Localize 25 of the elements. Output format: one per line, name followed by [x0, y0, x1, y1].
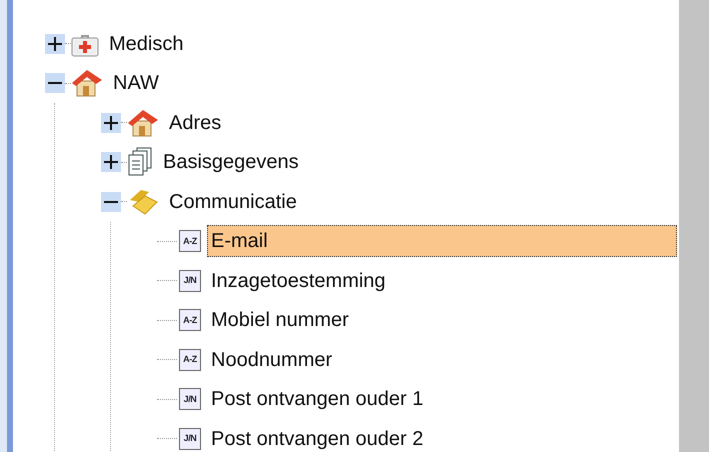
expand-icon[interactable] — [101, 152, 121, 172]
field-type-icon: A-Z — [179, 309, 201, 332]
tree-item[interactable]: Inzagetoestemming — [207, 264, 390, 297]
collapse-icon[interactable] — [101, 192, 121, 212]
field-type-icon: A-Z — [179, 348, 201, 371]
tree-item[interactable]: Medisch — [105, 28, 188, 60]
tree-item[interactable]: NAW — [109, 67, 163, 100]
tree-item[interactable]: Post ontvangen ouder 1 — [207, 383, 428, 416]
collapse-icon[interactable] — [45, 73, 65, 94]
field-type-icon: J/N — [179, 270, 201, 292]
tree-item[interactable]: Mobiel nummer — [207, 304, 353, 336]
tree-item[interactable]: E-mail — [207, 225, 677, 258]
tree-item[interactable]: Basisgegevens — [159, 146, 303, 178]
field-type-icon: J/N — [179, 428, 201, 450]
tree-item[interactable]: Adres — [165, 106, 226, 139]
field-type-icon: J/N — [179, 388, 201, 410]
field-type-icon: A-Z — [179, 230, 201, 252]
tree-item[interactable]: Post ontvangen ouder 2 — [207, 422, 428, 452]
documents-icon — [127, 147, 153, 178]
house-icon — [127, 108, 159, 138]
house-icon — [71, 68, 103, 98]
expand-icon[interactable] — [45, 34, 65, 54]
tree-item[interactable]: Noodnummer — [207, 344, 336, 376]
expand-icon[interactable] — [101, 112, 121, 133]
tree-item[interactable]: Communicatie — [165, 186, 301, 218]
